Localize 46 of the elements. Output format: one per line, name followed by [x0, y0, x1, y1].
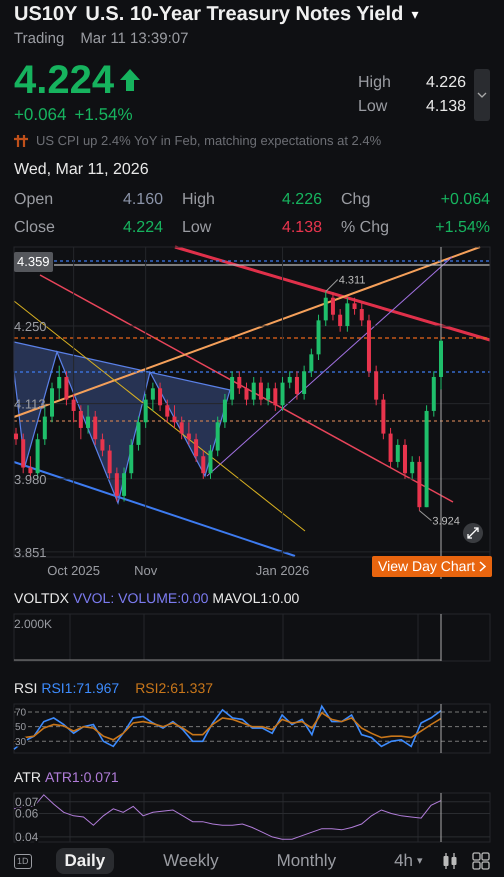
field-label: Chg	[341, 190, 370, 210]
stat-value: 4.138	[424, 96, 466, 117]
field-label: Open	[14, 190, 54, 210]
field-label: High	[182, 190, 215, 210]
indicator-value: RSI2:61.337	[135, 679, 214, 698]
field-value: 4.160	[122, 190, 163, 210]
indicator-value: RSI1:71.967	[41, 679, 120, 698]
timestamp: Mar 11 13:39:07	[80, 29, 188, 49]
indicator-name: VOLTDX	[14, 589, 69, 608]
price-value: 4.224	[14, 58, 114, 102]
field-label: Close	[14, 218, 55, 238]
field-value: 4.224	[122, 218, 163, 238]
axis-label: 0.06	[15, 806, 38, 821]
axis-label: 4.113	[14, 396, 46, 412]
field-value: +0.064	[440, 190, 490, 210]
change-value: +0.064	[14, 104, 66, 126]
field-value: +1.54%	[435, 218, 490, 238]
scale-label: 2.000K	[14, 617, 52, 631]
axis-label: Jan 2026	[256, 563, 310, 578]
axis-label: 3.851	[14, 544, 47, 560]
stat-value: 4.226	[424, 72, 466, 93]
price-tag: 4.359	[14, 252, 53, 272]
axis-label: 0.07	[15, 794, 38, 809]
stat-label: High	[358, 72, 392, 93]
indicator-value: MAVOL1:0.00	[212, 589, 300, 608]
axis-label: Nov	[134, 563, 158, 578]
field-value: 4.226	[282, 190, 322, 210]
change-percent: +1.54%	[74, 104, 133, 126]
symbol-text: US10Y	[14, 2, 78, 27]
axis-label: 3.980	[14, 472, 47, 487]
axis-label: 0.04	[15, 830, 38, 844]
price-annotation: 4.311	[338, 274, 366, 286]
market-status: Trading	[14, 29, 64, 49]
field-label: Low	[182, 218, 212, 238]
field-value: 4.138	[282, 218, 322, 238]
field-label: % Chg	[341, 218, 390, 238]
indicator-name: ATR	[14, 768, 41, 787]
stat-label: Low	[358, 96, 388, 117]
indicator-value: ATR1:0.071	[44, 768, 119, 787]
axis-label: Oct 2025	[47, 563, 100, 578]
news-headline: US CPI up 2.4% YoY in Feb, matching expectations at 2.4%	[36, 132, 382, 150]
indicator-value: VVOL: VOLUME:0.00	[72, 589, 208, 608]
indicator-name: RSI	[14, 679, 38, 698]
instrument-name: U.S. 10-Year Treasury Notes Yield	[85, 2, 404, 27]
detail-date: Wed, Mar 11, 2026	[14, 160, 150, 180]
axis-label: 4.250	[14, 319, 47, 334]
